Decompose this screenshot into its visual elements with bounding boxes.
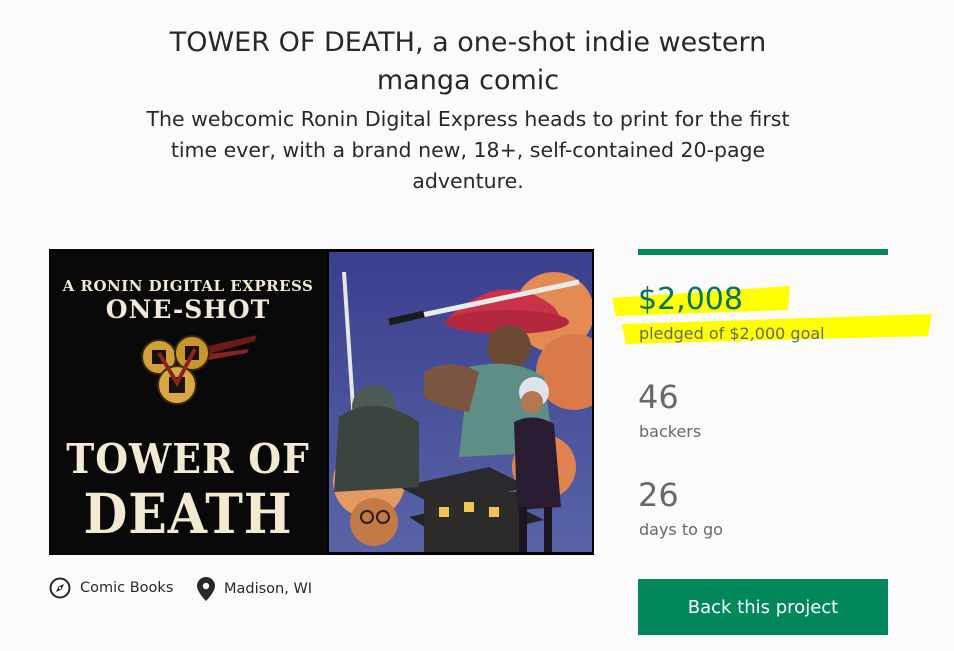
cover-title-line1: TOWER OF — [66, 435, 310, 483]
pledged-amount: $2,008 — [638, 282, 743, 317]
cover-illustration — [329, 252, 592, 552]
pledged-goal-label: pledged of $2,000 goal — [639, 324, 825, 343]
days-to-go-label: days to go — [639, 520, 723, 539]
funding-progress-bar — [638, 249, 888, 255]
project-blurb: The webcomic Ronin Digital Express heads… — [146, 107, 790, 193]
compass-icon — [49, 577, 71, 599]
cover-oneshot: ONE-SHOT — [105, 295, 271, 324]
project-title: TOWER OF DEATH, a one-shot indie western… — [169, 27, 767, 96]
back-project-button[interactable]: Back this project — [638, 579, 888, 635]
category-link[interactable]: Comic Books — [49, 577, 173, 599]
location-link[interactable]: Madison, WI — [197, 577, 312, 601]
project-hero-image[interactable]: A RONIN DIGITAL EXPRESS ONE-SHOT TOWER O… — [49, 249, 594, 555]
backers-count: 46 — [638, 378, 679, 416]
coins-icon — [141, 335, 257, 405]
category-label: Comic Books — [80, 580, 174, 596]
cover-kicker: A RONIN DIGITAL EXPRESS — [62, 277, 314, 295]
location-pin-icon — [197, 577, 215, 601]
location-label: Madison, WI — [224, 581, 313, 597]
backers-label: backers — [639, 422, 702, 441]
cover-title-line2: DEATH — [83, 481, 293, 546]
cover-panel: A RONIN DIGITAL EXPRESS ONE-SHOT TOWER O… — [49, 249, 327, 555]
days-to-go-count: 26 — [638, 476, 679, 514]
